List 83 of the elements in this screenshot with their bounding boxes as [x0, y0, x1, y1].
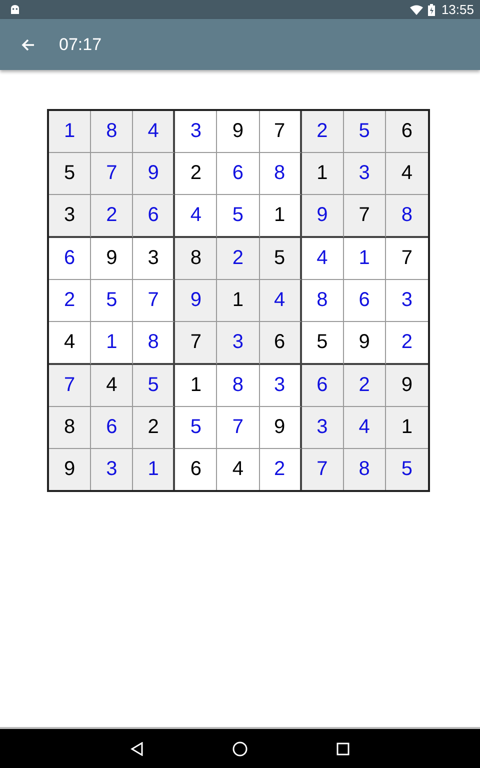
grid-cell[interactable]: 4 [49, 322, 92, 365]
grid-cell[interactable]: 9 [302, 195, 344, 238]
grid-cell[interactable]: 1 [217, 280, 260, 322]
grid-cell[interactable]: 9 [133, 153, 176, 195]
grid-cell[interactable]: 3 [302, 407, 344, 449]
grid-cell[interactable]: 3 [260, 365, 302, 407]
grid-cell[interactable]: 6 [302, 365, 344, 407]
grid-cell[interactable]: 1 [49, 111, 92, 153]
grid-cell[interactable]: 2 [91, 195, 134, 238]
grid-cell[interactable]: 8 [386, 195, 428, 238]
grid-cell[interactable]: 4 [175, 195, 218, 238]
grid-cell[interactable]: 5 [217, 195, 260, 238]
grid-cell[interactable]: 6 [133, 195, 176, 238]
grid-cell[interactable]: 8 [49, 407, 92, 449]
grid-cell[interactable]: 2 [344, 365, 386, 407]
grid-cell[interactable]: 2 [260, 449, 302, 490]
grid-cell[interactable]: 1 [344, 238, 386, 280]
grid-cell[interactable]: 7 [133, 280, 176, 322]
grid-cell[interactable]: 7 [91, 153, 134, 195]
grid-cell[interactable]: 7 [175, 322, 218, 365]
grid-cell[interactable]: 9 [260, 407, 302, 449]
grid-cell[interactable]: 8 [91, 111, 134, 153]
grid-cell[interactable]: 4 [91, 365, 134, 407]
grid-cell[interactable]: 8 [133, 322, 176, 365]
grid-cell[interactable]: 1 [260, 195, 302, 238]
grid-cell[interactable]: 5 [49, 153, 92, 195]
grid-cell[interactable]: 7 [302, 449, 344, 490]
grid-cell[interactable]: 2 [49, 280, 92, 322]
grid-cell[interactable]: 6 [49, 238, 92, 280]
grid-cell[interactable]: 7 [49, 365, 92, 407]
grid-cell[interactable]: 5 [302, 322, 344, 365]
grid-cell[interactable]: 2 [133, 407, 176, 449]
grid-cell[interactable]: 5 [91, 280, 134, 322]
grid-cell[interactable]: 8 [302, 280, 344, 322]
grid-cell[interactable]: 5 [260, 238, 302, 280]
grid-cell[interactable]: 8 [344, 449, 386, 490]
grid-cell[interactable]: 8 [260, 153, 302, 195]
grid-cell[interactable]: 3 [133, 238, 176, 280]
grid-cell[interactable]: 1 [175, 365, 218, 407]
grid-cell[interactable]: 6 [344, 280, 386, 322]
grid-cell[interactable]: 2 [302, 111, 344, 153]
grid-cell[interactable]: 5 [386, 449, 428, 490]
back-arrow-icon [21, 38, 35, 50]
status-time: 13:55 [441, 2, 474, 17]
grid-cell[interactable]: 6 [260, 322, 302, 365]
battery-icon [428, 4, 436, 16]
grid-cell[interactable]: 4 [302, 238, 344, 280]
grid-cell[interactable]: 3 [344, 153, 386, 195]
grid-cell[interactable]: 7 [260, 111, 302, 153]
grid-cell[interactable]: 1 [91, 322, 134, 365]
grid-cell[interactable]: 5 [133, 365, 176, 407]
grid-cell[interactable]: 9 [175, 280, 218, 322]
grid-cell[interactable]: 6 [91, 407, 134, 449]
grid-cell[interactable]: 1 [133, 449, 176, 490]
grid-cell[interactable]: 9 [217, 111, 260, 153]
grid-cell[interactable]: 8 [175, 238, 218, 280]
grid-cell[interactable]: 9 [49, 449, 92, 490]
grid-cell[interactable]: 3 [217, 322, 260, 365]
grid-cell[interactable]: 9 [386, 365, 428, 407]
grid-cell[interactable]: 1 [386, 407, 428, 449]
grid-cell[interactable]: 4 [133, 111, 176, 153]
grid-cell[interactable]: 3 [175, 111, 218, 153]
grid-cell[interactable]: 1 [302, 153, 344, 195]
grid-cell[interactable]: 6 [386, 111, 428, 153]
grid-cell[interactable]: 5 [175, 407, 218, 449]
grid-cell[interactable]: 3 [91, 449, 134, 490]
grid-cell[interactable]: 4 [386, 153, 428, 195]
grid-cell[interactable]: 4 [260, 280, 302, 322]
timer-title: 07:17 [59, 34, 102, 54]
grid-cell[interactable]: 6 [217, 153, 260, 195]
grid-cell[interactable]: 7 [344, 195, 386, 238]
grid-cell[interactable]: 8 [217, 365, 260, 407]
grid-cell[interactable]: 9 [344, 322, 386, 365]
grid-cell[interactable]: 4 [344, 407, 386, 449]
grid-cell[interactable]: 2 [175, 153, 218, 195]
back-nav-button[interactable] [128, 740, 146, 758]
grid-cell[interactable]: 7 [217, 407, 260, 449]
grid-cell[interactable]: 9 [91, 238, 134, 280]
grid-cell[interactable]: 2 [217, 238, 260, 280]
grid-cell[interactable]: 5 [344, 111, 386, 153]
android-icon [10, 5, 20, 14]
wifi-icon [410, 4, 424, 14]
grid-cell[interactable]: 3 [49, 195, 92, 238]
